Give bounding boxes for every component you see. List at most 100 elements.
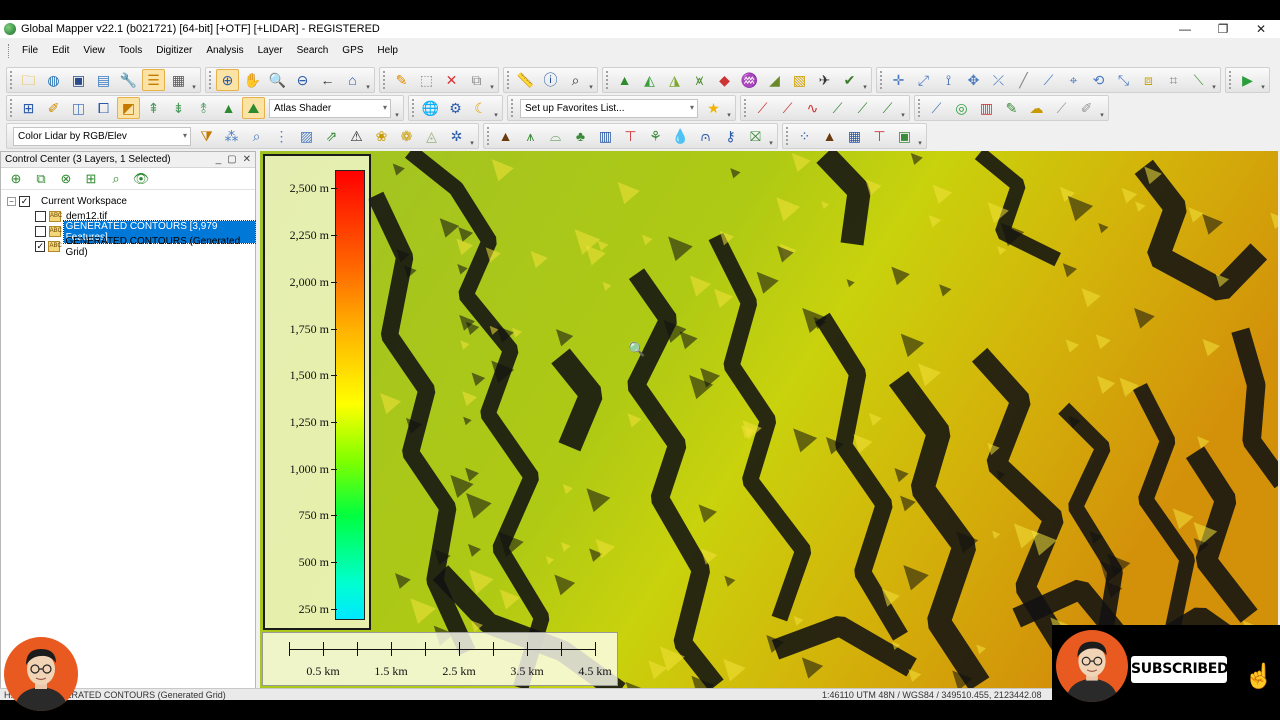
toolbar-more-icon[interactable]: ▾ xyxy=(1099,97,1105,119)
split-view-icon[interactable]: ◫ xyxy=(67,97,90,119)
profile-icon[interactable]: ⩙ xyxy=(688,69,711,91)
layer-checkbox[interactable] xyxy=(35,211,46,222)
toolbar-more-icon[interactable]: ▾ xyxy=(489,69,495,91)
toolbar-more-icon[interactable]: ▾ xyxy=(862,69,868,91)
move-vertex-icon[interactable]: ✛ xyxy=(887,69,910,91)
tree-icon[interactable]: ♣ xyxy=(569,125,592,147)
rotate-icon[interactable]: ⟲ xyxy=(1087,69,1110,91)
plane-icon[interactable]: ✈ xyxy=(813,69,836,91)
collapse-icon[interactable]: − xyxy=(7,197,16,206)
menu-help[interactable]: Help xyxy=(370,42,405,60)
zoom-out-icon[interactable]: ⊖ xyxy=(291,69,314,91)
filter-icon[interactable]: ⧩ xyxy=(195,125,218,147)
toolbar-grip[interactable] xyxy=(880,71,883,89)
toolbar-grip[interactable] xyxy=(209,71,212,89)
light-pen-icon[interactable]: ✐ xyxy=(42,97,65,119)
contour-icon[interactable]: ◭ xyxy=(638,69,661,91)
menu-gps[interactable]: GPS xyxy=(335,42,370,60)
bridge-icon[interactable]: ⩀ xyxy=(694,125,717,147)
extract-building-icon[interactable]: ▦ xyxy=(843,125,866,147)
menu-edit[interactable]: Edit xyxy=(45,42,76,60)
info-icon[interactable]: ⓘ xyxy=(539,69,562,91)
cluster-2-icon[interactable]: ❁ xyxy=(395,125,418,147)
palm-icon[interactable]: ⚘ xyxy=(644,125,667,147)
home-icon[interactable]: ⌂ xyxy=(341,69,364,91)
scale-icon[interactable]: ⤡ xyxy=(1112,69,1135,91)
raster-calc-icon[interactable]: ▧ xyxy=(788,69,811,91)
layer-remove-icon[interactable]: ⊗ xyxy=(55,169,77,189)
volume-icon[interactable]: ◆ xyxy=(713,69,736,91)
config-icon[interactable]: ⊞ xyxy=(17,97,40,119)
lidar-draw-2-icon[interactable]: ⟋ xyxy=(776,97,799,119)
toolbar-grip[interactable] xyxy=(507,71,510,89)
workspace-row[interactable]: − ✓ Current Workspace xyxy=(7,194,255,209)
zoom-in-icon[interactable]: 🔍 xyxy=(266,69,289,91)
map-view[interactable]: 🔍 2,500 m 2,250 m 2,000 m 1,750 m 1,500 … xyxy=(260,151,1278,688)
toolbar-more-icon[interactable]: ▾ xyxy=(917,125,923,147)
toolbar-more-icon[interactable]: ▾ xyxy=(768,125,774,147)
toolbar-more-icon[interactable]: ▾ xyxy=(493,97,499,119)
toolbar-grip[interactable] xyxy=(511,99,514,117)
lidar-check-icon[interactable]: ✔ xyxy=(838,69,861,91)
toolbar-more-icon[interactable]: ▾ xyxy=(726,97,732,119)
pan-hand-icon[interactable]: ✋ xyxy=(241,69,264,91)
open-folder-icon[interactable]: 🗀 xyxy=(17,69,40,91)
layer-zoom-icon[interactable]: ⊕ xyxy=(5,169,27,189)
zoom-tool-icon[interactable]: ⊕ xyxy=(216,69,239,91)
key-icon[interactable]: ⚷ xyxy=(719,125,742,147)
layer-visibility-icon[interactable]: 👁 xyxy=(130,169,152,189)
measure-ruler-icon[interactable]: 📏 xyxy=(514,69,537,91)
lidar-select-icon[interactable]: ⟋ xyxy=(925,97,948,119)
warning-icon[interactable]: ⚠ xyxy=(345,125,368,147)
noise-x-icon[interactable]: ⛝ xyxy=(744,125,767,147)
water-drop-icon[interactable]: 💧 xyxy=(669,125,692,147)
delete-x-icon[interactable]: ✕ xyxy=(440,69,463,91)
wrench-icon[interactable]: 🔧 xyxy=(117,69,140,91)
toolbar-grip[interactable] xyxy=(744,99,747,117)
menu-grip[interactable] xyxy=(8,44,11,58)
point-grid-icon[interactable]: ⋮ xyxy=(270,125,293,147)
lidar-draw-5-icon[interactable]: ⟋ xyxy=(851,97,874,119)
menu-tools[interactable]: Tools xyxy=(112,42,149,60)
pole-icon[interactable]: ⊤ xyxy=(619,125,642,147)
target-icon[interactable]: ◎ xyxy=(950,97,973,119)
back-arrow-icon[interactable]: ← xyxy=(316,69,339,91)
toolbar-more-icon[interactable]: ▾ xyxy=(365,69,371,91)
layer-checkbox[interactable]: ✓ xyxy=(35,241,46,252)
menu-layer[interactable]: Layer xyxy=(251,42,290,60)
restore-button[interactable]: ❐ xyxy=(1204,20,1242,38)
snap-icon[interactable]: ⌖ xyxy=(1062,69,1085,91)
line-icon[interactable]: ╱ xyxy=(1012,69,1035,91)
select-rect-icon[interactable]: ⬚ xyxy=(415,69,438,91)
classify-icon[interactable]: ⇗ xyxy=(320,125,343,147)
toolbar-grip[interactable] xyxy=(918,99,921,117)
workspace-checkbox[interactable]: ✓ xyxy=(19,196,30,207)
bush-icon[interactable]: ⌓ xyxy=(544,125,567,147)
split-icon[interactable]: ⤫ xyxy=(987,69,1010,91)
save-icon[interactable]: ▣ xyxy=(67,69,90,91)
lidar-draw-6-icon[interactable]: ⟋ xyxy=(876,97,899,119)
menu-analysis[interactable]: Analysis xyxy=(199,42,250,60)
toolbar-more-icon[interactable]: ▾ xyxy=(1211,69,1217,91)
settings-gear-icon[interactable]: ⚙ xyxy=(444,97,467,119)
shader-select[interactable]: Atlas Shader ▾ xyxy=(269,98,391,118)
connect-icon[interactable]: ⟟ xyxy=(937,69,960,91)
panel-minimize-icon[interactable]: _ xyxy=(216,154,222,165)
copy-icon[interactable]: ⧉ xyxy=(465,69,488,91)
toolbar-grip[interactable] xyxy=(606,71,609,89)
water-level-icon[interactable]: ⥉ xyxy=(192,97,215,119)
shader-terrain-icon[interactable]: ▲ xyxy=(217,97,240,119)
minimize-button[interactable]: — xyxy=(1166,20,1204,38)
bug-icon[interactable]: ✲ xyxy=(445,125,468,147)
search-feature-icon[interactable]: ⌕ xyxy=(564,69,587,91)
toolbar-more-icon[interactable]: ▾ xyxy=(900,97,906,119)
toolbar-more-icon[interactable]: ▾ xyxy=(394,97,400,119)
layer-options-icon[interactable]: ⊞ xyxy=(80,169,102,189)
close-button[interactable]: ✕ xyxy=(1242,20,1280,38)
add-vertex-icon[interactable]: ⤢ xyxy=(912,69,935,91)
layer-search-icon[interactable]: ⌕ xyxy=(105,169,127,189)
profile-points-icon[interactable]: ⁘ xyxy=(793,125,816,147)
toolbar-grip[interactable] xyxy=(1229,71,1232,89)
lidar-brush-icon[interactable]: ✐ xyxy=(1075,97,1098,119)
lidar-draw-4-icon[interactable]: ⟋ xyxy=(826,97,849,119)
